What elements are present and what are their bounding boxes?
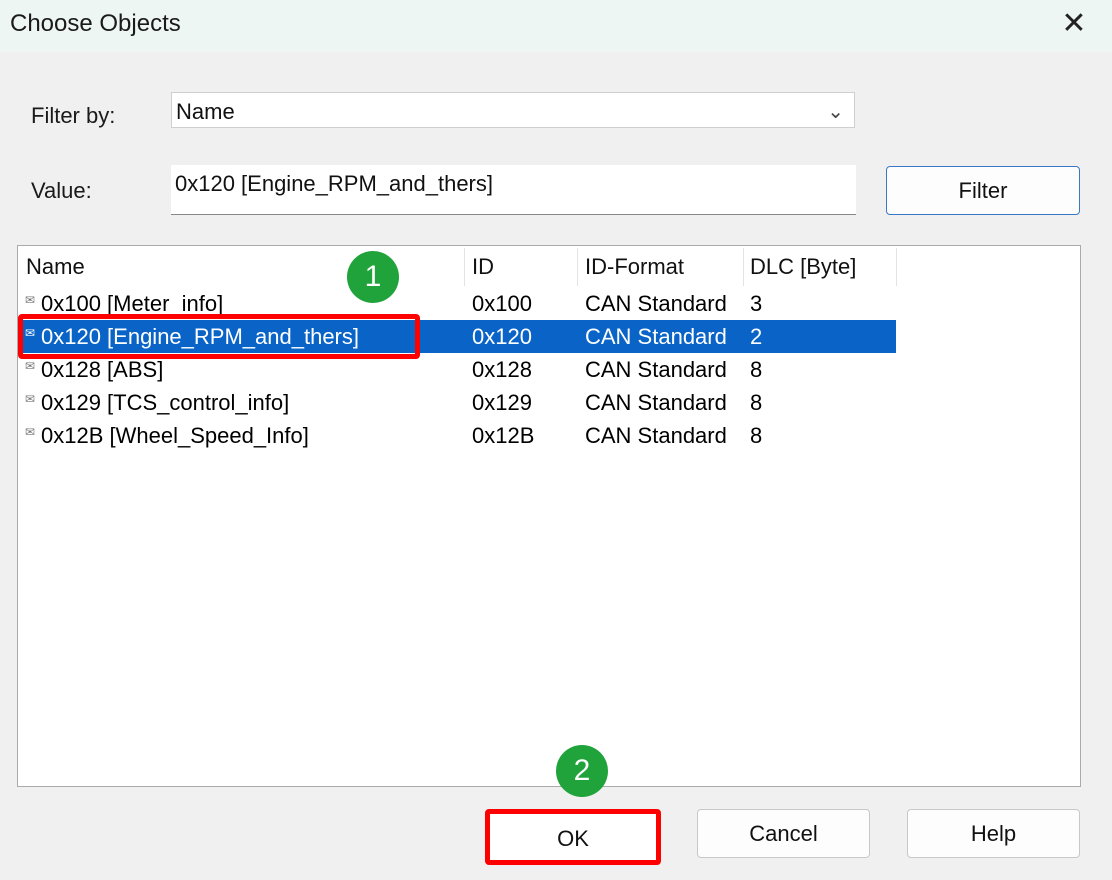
column-divider[interactable]: [896, 248, 897, 286]
list-row[interactable]: ✉ 0x12B [Wheel_Speed_Info] 0x12B CAN Sta…: [18, 419, 896, 452]
row-format: CAN Standard: [585, 324, 727, 349]
row-dlc: 3: [750, 291, 763, 316]
column-divider[interactable]: [464, 248, 465, 286]
row-dlc: 8: [750, 423, 763, 448]
row-format: CAN Standard: [585, 390, 727, 415]
filter-by-label: Filter by:: [31, 103, 116, 128]
ok-button[interactable]: OK: [485, 809, 661, 865]
filter-by-dropdown[interactable]: Name ⌄: [171, 92, 855, 128]
value-text: 0x120 [Engine_RPM_and_thers]: [175, 171, 493, 196]
row-format: CAN Standard: [585, 357, 727, 382]
column-header-name[interactable]: Name: [26, 254, 85, 280]
title-bar: Choose Objects ✕: [0, 0, 1112, 52]
filter-by-selected: Name: [176, 99, 235, 124]
row-name: 0x12B [Wheel_Speed_Info]: [41, 423, 309, 448]
row-id: 0x12B: [472, 423, 535, 448]
cancel-button[interactable]: Cancel: [697, 809, 870, 858]
row-dlc: 8: [750, 390, 763, 415]
highlight-box: [18, 314, 420, 359]
message-icon: ✉: [25, 293, 36, 307]
close-icon[interactable]: ✕: [1052, 4, 1096, 44]
value-label: Value:: [31, 178, 92, 203]
list-row[interactable]: ✉ 0x129 [TCS_control_info] 0x129 CAN Sta…: [18, 386, 896, 419]
column-divider[interactable]: [577, 248, 578, 286]
row-name: 0x128 [ABS]: [41, 357, 164, 382]
step-badge-2: 2: [556, 745, 608, 797]
row-id: 0x100: [472, 291, 532, 316]
row-format: CAN Standard: [585, 423, 727, 448]
chevron-down-icon: ⌄: [827, 101, 844, 123]
filter-button[interactable]: Filter: [886, 166, 1080, 215]
message-icon: ✉: [25, 392, 36, 406]
column-divider[interactable]: [743, 248, 744, 286]
row-id: 0x128: [472, 357, 532, 382]
help-button[interactable]: Help: [907, 809, 1080, 858]
row-id: 0x120: [472, 324, 532, 349]
column-header-id[interactable]: ID: [472, 254, 494, 280]
row-id: 0x129: [472, 390, 532, 415]
step-badge-1: 1: [347, 251, 399, 303]
message-icon: ✉: [25, 359, 36, 373]
value-input[interactable]: 0x120 [Engine_RPM_and_thers]: [171, 165, 856, 215]
column-header-id-format[interactable]: ID-Format: [585, 254, 684, 280]
row-format: CAN Standard: [585, 291, 727, 316]
row-name: 0x129 [TCS_control_info]: [41, 390, 290, 415]
message-icon: ✉: [25, 425, 36, 439]
row-dlc: 8: [750, 357, 763, 382]
column-header-dlc[interactable]: DLC [Byte]: [750, 254, 856, 280]
window-title: Choose Objects: [10, 10, 181, 37]
row-dlc: 2: [750, 324, 763, 349]
